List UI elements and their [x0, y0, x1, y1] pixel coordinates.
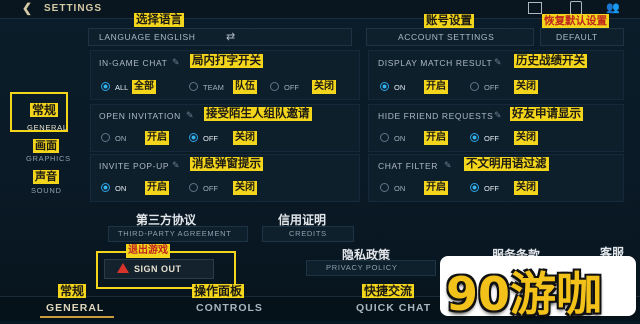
annotation-match-off: 关闭 [514, 80, 538, 94]
annotation-chat-off: 关闭 [312, 80, 336, 94]
annotation-popup-on: 开启 [145, 181, 169, 195]
sign-out-label: SIGN OUT [134, 264, 182, 274]
sidebar-item-general-cn[interactable]: 常规 [30, 103, 59, 117]
radio-filter-on[interactable] [380, 183, 389, 192]
swap-icon: ⇄ [226, 31, 236, 43]
annotation-default: 恢复默认设置 [542, 14, 609, 28]
annotation-language: 选择语言 [134, 13, 184, 27]
sidebar-item-general[interactable]: GENERAL [27, 123, 68, 132]
tab-general-cn[interactable]: 常规 [58, 284, 87, 298]
radio-filter-off[interactable] [470, 183, 479, 192]
ingame-chat-label: IN-GAME CHAT [99, 58, 168, 68]
annotation-invite-popup: 消息弹窗提示 [190, 157, 263, 171]
radio-popup-off[interactable] [189, 183, 198, 192]
warning-icon [117, 263, 129, 273]
edit-icon: ✎ [494, 57, 502, 67]
chat-all-label: ALL [115, 83, 129, 92]
annotation-invitation-on: 开启 [145, 131, 169, 145]
invite-popup-label: INVITE POP-UP [99, 161, 170, 171]
account-settings-label: ACCOUNT SETTINGS [398, 32, 495, 42]
annotation-friend-on: 开启 [424, 131, 448, 145]
annotation-chat-all: 全部 [132, 80, 156, 94]
invitation-on-label: ON [115, 134, 127, 143]
radio-invitation-off[interactable] [189, 133, 198, 142]
friend-on-label: ON [394, 134, 406, 143]
radio-chat-team[interactable] [189, 82, 198, 91]
sidebar-item-graphics-cn[interactable]: 画面 [33, 139, 59, 153]
sidebar-item-sound[interactable]: SOUND [31, 186, 62, 195]
hide-friend-label: HIDE FRIEND REQUESTS [378, 111, 494, 121]
edit-icon: ✎ [186, 110, 194, 120]
annotation-filter-off: 关闭 [514, 181, 538, 195]
default-label: DEFAULT [556, 32, 598, 42]
filter-off-label: OFF [484, 184, 499, 193]
annotation-ingame-chat: 局内打字开关 [190, 54, 263, 68]
tab-general[interactable]: GENERAL [46, 302, 104, 314]
friend-off-label: OFF [484, 134, 499, 143]
annotation-invitation-off: 关闭 [233, 131, 257, 145]
popup-off-label: OFF [203, 184, 218, 193]
radio-friend-on[interactable] [380, 133, 389, 142]
filter-on-label: ON [394, 184, 406, 193]
annotation-filter-on: 开启 [424, 181, 448, 195]
watermark-logo: 90游咖 [446, 267, 603, 321]
edit-icon: ✎ [494, 110, 502, 120]
credits-label: CREDITS [289, 229, 327, 238]
annotation-chat-filter: 不文明用语过滤 [464, 157, 549, 171]
popup-on-label: ON [115, 184, 127, 193]
sidebar-item-sound-cn[interactable]: 声音 [33, 170, 59, 184]
edit-icon: ✎ [172, 57, 180, 67]
chat-off-label: OFF [284, 83, 299, 92]
invitation-off-label: OFF [203, 134, 218, 143]
radio-popup-on[interactable] [101, 183, 110, 192]
page-title: SETTINGS [44, 3, 103, 14]
third-party-label: THIRD-PARTY AGREEMENT [118, 229, 232, 238]
match-on-label: ON [394, 83, 406, 92]
radio-invitation-on[interactable] [101, 133, 110, 142]
friends-icon[interactable]: 👥 [606, 1, 620, 14]
match-off-label: OFF [484, 83, 499, 92]
display-match-label: DISPLAY MATCH RESULT [378, 58, 493, 68]
chat-team-label: TEAM [203, 83, 224, 92]
tab-quick-chat-cn[interactable]: 快捷交流 [362, 284, 415, 298]
tab-quick-chat[interactable]: QUICK CHAT [356, 302, 431, 314]
radio-chat-off[interactable] [270, 82, 279, 91]
radio-friend-off[interactable] [470, 133, 479, 142]
tab-controls-cn[interactable]: 操作面板 [192, 284, 245, 298]
annotation-account: 账号设置 [424, 14, 474, 28]
annotation-sign-out: 退出游戏 [126, 244, 170, 258]
annotation-open-invitation: 接受陌生人组队邀请 [204, 107, 312, 121]
radio-chat-all[interactable] [101, 82, 110, 91]
annotation-popup-off: 关闭 [233, 181, 257, 195]
clipboard-icon[interactable] [570, 1, 582, 15]
sidebar-item-graphics[interactable]: GRAPHICS [26, 154, 71, 163]
annotation-hide-friend: 好友申请显示 [510, 107, 583, 121]
privacy-policy-label: PRIVACY POLICY [326, 263, 398, 272]
edit-icon: ✎ [444, 160, 452, 170]
tab-controls[interactable]: CONTROLS [196, 302, 263, 314]
radio-match-off[interactable] [470, 82, 479, 91]
open-invitation-label: OPEN INVITATION [99, 111, 181, 121]
language-label: LANGUAGE ENGLISH [99, 32, 196, 42]
annotation-friend-off: 关闭 [514, 131, 538, 145]
radio-match-on[interactable] [380, 82, 389, 91]
annotation-match-on: 开启 [424, 80, 448, 94]
tab-active-indicator [40, 316, 114, 318]
chat-filter-label: CHAT FILTER [378, 161, 438, 171]
annotation-chat-team: 队伍 [233, 80, 257, 94]
annotation-display-match: 历史战绩开关 [514, 54, 587, 68]
mail-icon[interactable] [528, 2, 542, 14]
edit-icon: ✎ [172, 160, 180, 170]
back-icon[interactable]: ❮ [22, 1, 32, 15]
